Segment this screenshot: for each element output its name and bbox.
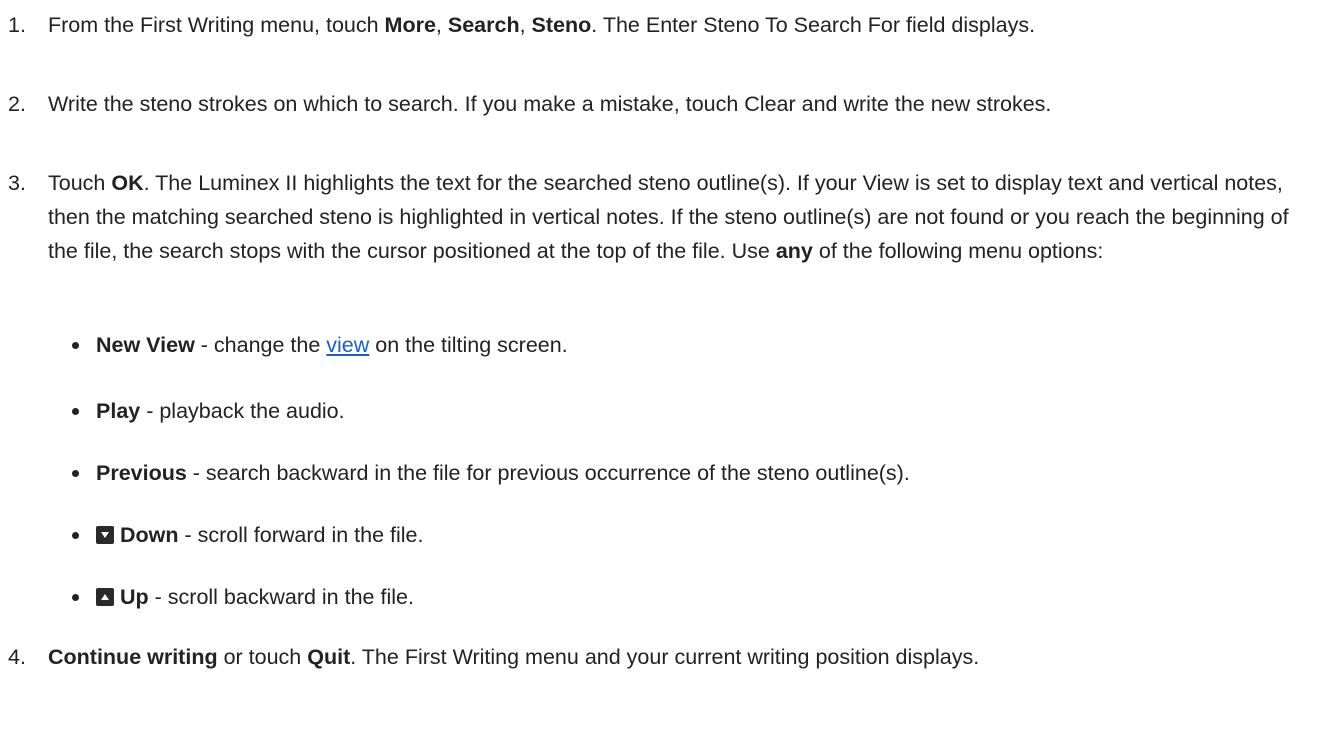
step-number: 2. [8, 92, 26, 116]
option-description: - change the [194, 333, 327, 357]
menu-term-search: Search [447, 13, 520, 37]
step-text-run: of the following menu options: [812, 239, 1104, 263]
menu-term-quit: Quit [307, 645, 351, 669]
option-label-up: Up [120, 585, 149, 609]
down-arrow-key-icon [96, 526, 114, 544]
step-text: Touch OK. The Luminex II highlights the … [48, 166, 1320, 268]
option-text: Play - playback the audio. [96, 394, 345, 428]
option-description: on the tilting screen. [369, 333, 568, 357]
step-text: Write the steno strokes on which to sear… [48, 87, 1320, 121]
step-number: 1. [8, 13, 26, 37]
step-text-run: or touch [217, 645, 308, 669]
bullet-icon [72, 594, 79, 601]
option-text: New View - change the view on the tiltin… [96, 328, 568, 362]
bullet-icon [72, 342, 79, 349]
step-3: 3. Touch OK. The Luminex II highlights t… [0, 166, 1320, 268]
step-text-run: From the First Writing menu, touch [48, 13, 385, 37]
bullet-icon [72, 470, 79, 477]
step-text: Continue writing or touch Quit. The Firs… [48, 640, 1320, 674]
list-item: Down - scroll forward in the file. [0, 518, 1320, 552]
step-4: 4. Continue writing or touch Quit. The F… [0, 640, 1320, 674]
step-text-run: . The First Writing menu and your curren… [350, 645, 980, 669]
step-2: 2. Write the steno strokes on which to s… [0, 87, 1320, 121]
menu-term-ok: OK [111, 171, 144, 195]
list-item: Up - scroll backward in the file. [0, 580, 1320, 614]
bullet-icon [72, 532, 79, 539]
option-description: - scroll forward in the file. [178, 523, 424, 547]
menu-term-steno: Steno [531, 13, 592, 37]
list-item: New View - change the view on the tiltin… [0, 328, 1320, 362]
option-label-previous: Previous [96, 461, 187, 485]
step-number: 4. [8, 645, 26, 669]
emphasis-continue-writing: Continue writing [48, 645, 218, 669]
step-text-run: Write the steno strokes on which to sear… [48, 92, 1052, 116]
up-arrow-key-icon [96, 588, 114, 606]
help-document: 1. From the First Writing menu, touch Mo… [0, 0, 1339, 730]
option-description: - search backward in the file for previo… [186, 461, 910, 485]
option-description: - scroll backward in the file. [148, 585, 414, 609]
list-item: Previous - search backward in the file f… [0, 456, 1320, 490]
list-item: Play - playback the audio. [0, 394, 1320, 428]
step-text-run: , [519, 13, 532, 37]
bullet-icon [72, 408, 79, 415]
option-description: - playback the audio. [140, 399, 345, 423]
option-text: Previous - search backward in the file f… [96, 456, 910, 490]
option-text: Up - scroll backward in the file. [96, 580, 414, 614]
step-text-run: Touch [48, 171, 112, 195]
view-link[interactable]: view [326, 333, 369, 357]
option-label-play: Play [96, 399, 141, 423]
step-number: 3. [8, 171, 26, 195]
step-text-run: . The Enter Steno To Search For field di… [591, 13, 1036, 37]
step-text: From the First Writing menu, touch More,… [48, 8, 1320, 42]
option-label-down: Down [120, 523, 179, 547]
menu-term-more: More [384, 13, 436, 37]
step-text-run: , [435, 13, 448, 37]
option-text: Down - scroll forward in the file. [96, 518, 423, 552]
option-label-new-view: New View [96, 333, 195, 357]
emphasis-any: any [775, 239, 813, 263]
step-1: 1. From the First Writing menu, touch Mo… [0, 8, 1320, 42]
